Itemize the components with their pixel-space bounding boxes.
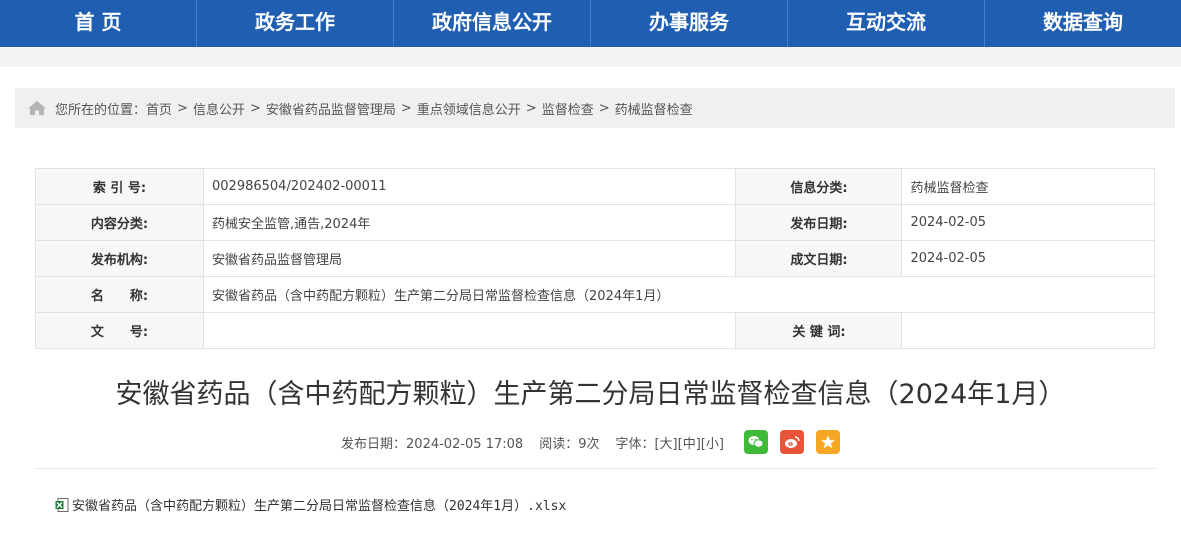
publish-date-value: 2024-02-05 <box>901 204 1155 241</box>
divider <box>35 468 1155 469</box>
content-value: 药械安全监管,通告,2024年 <box>202 204 737 241</box>
wechat-icon[interactable] <box>743 430 768 454</box>
breadcrumb-home[interactable]: 首页 <box>146 99 172 118</box>
nav-data-query[interactable]: 数据查询 <box>985 0 1181 47</box>
attachment-link[interactable]: 安徽省药品（含中药配方颗粒）生产第二分局日常监督检查信息（2024年1月）.xl… <box>72 495 566 514</box>
info-table: 索 引 号: 002986504/202402-00011 信息分类: 药械监督… <box>35 168 1155 349</box>
table-row: 名 称: 安徽省药品（含中药配方颗粒）生产第二分局日常监督检查信息（2024年1… <box>35 276 1155 313</box>
font-medium-button[interactable]: [中] <box>678 433 701 452</box>
nav-government-affairs[interactable]: 政务工作 <box>197 0 394 47</box>
org-value: 安徽省药品监督管理局 <box>202 240 737 277</box>
nav-home[interactable]: 首 页 <box>0 0 197 47</box>
doc-number-value <box>202 312 737 349</box>
table-row: 发布机构: 安徽省药品监督管理局 成文日期: 2024-02-05 <box>35 240 1155 277</box>
nav-interaction[interactable]: 互动交流 <box>788 0 985 47</box>
content-label: 内容分类: <box>35 204 204 241</box>
created-date-label: 成文日期: <box>735 240 903 277</box>
breadcrumb: 您所在的位置： 首页 > 信息公开 > 安徽省药品监督管理局 > 重点领域信息公… <box>15 88 1175 128</box>
breadcrumb-separator: > <box>598 100 610 116</box>
breadcrumb-separator: > <box>249 100 261 116</box>
table-row: 索 引 号: 002986504/202402-00011 信息分类: 药械监督… <box>35 168 1155 205</box>
article-meta: 发布日期：2024-02-05 17:08 阅读：9次 字体： [大] [中] … <box>0 430 1181 454</box>
favorite-icon[interactable] <box>815 430 840 454</box>
font-large-button[interactable]: [大] <box>654 433 677 452</box>
category-label: 信息分类: <box>735 168 903 205</box>
attachment: 安徽省药品（含中药配方颗粒）生产第二分局日常监督检查信息（2024年1月）.xl… <box>55 495 566 514</box>
name-label: 名 称: <box>35 276 204 313</box>
breadcrumb-supervision[interactable]: 监督检查 <box>542 99 594 118</box>
home-icon <box>28 101 46 115</box>
font-small-button[interactable]: [小] <box>701 433 724 452</box>
article-title: 安徽省药品（含中药配方颗粒）生产第二分局日常监督检查信息（2024年1月） <box>115 379 1066 410</box>
org-label: 发布机构: <box>35 240 204 277</box>
publish-datetime: 发布日期：2024-02-05 17:08 <box>341 436 524 452</box>
index-value: 002986504/202402-00011 <box>202 168 737 205</box>
category-value: 药械监督检查 <box>901 168 1155 205</box>
breadcrumb-separator: > <box>177 100 188 116</box>
read-count: 阅读：9次 <box>539 436 600 452</box>
breadcrumb-info-disclosure[interactable]: 信息公开 <box>193 99 245 118</box>
keyword-label: 关 键 词: <box>735 312 903 349</box>
nav-services[interactable]: 办事服务 <box>591 0 788 47</box>
breadcrumb-key-areas[interactable]: 重点领域信息公开 <box>417 99 521 118</box>
main-nav: 首 页 政务工作 政府信息公开 办事服务 互动交流 数据查询 <box>0 0 1181 47</box>
publish-date-label: 发布日期: <box>735 204 903 241</box>
table-row: 内容分类: 药械安全监管,通告,2024年 发布日期: 2024-02-05 <box>35 204 1155 241</box>
weibo-icon[interactable] <box>779 430 804 454</box>
breadcrumb-drug-device-inspection[interactable]: 药械监督检查 <box>615 99 693 118</box>
breadcrumb-separator: > <box>400 100 412 116</box>
table-row: 文 号: 关 键 词: <box>35 312 1155 349</box>
breadcrumb-separator: > <box>525 100 537 116</box>
excel-file-icon <box>55 497 69 512</box>
index-label: 索 引 号: <box>35 168 204 205</box>
keyword-value <box>901 312 1155 349</box>
breadcrumb-bureau[interactable]: 安徽省药品监督管理局 <box>266 99 396 118</box>
name-value: 安徽省药品（含中药配方颗粒）生产第二分局日常监督检查信息（2024年1月） <box>203 276 1155 313</box>
nav-info-disclosure[interactable]: 政府信息公开 <box>394 0 591 47</box>
nav-band <box>0 47 1181 67</box>
doc-number-label: 文 号: <box>35 312 204 349</box>
breadcrumb-prefix: 您所在的位置： <box>55 102 147 118</box>
created-date-value: 2024-02-05 <box>901 240 1155 277</box>
font-size-label: 字体： <box>615 436 655 452</box>
